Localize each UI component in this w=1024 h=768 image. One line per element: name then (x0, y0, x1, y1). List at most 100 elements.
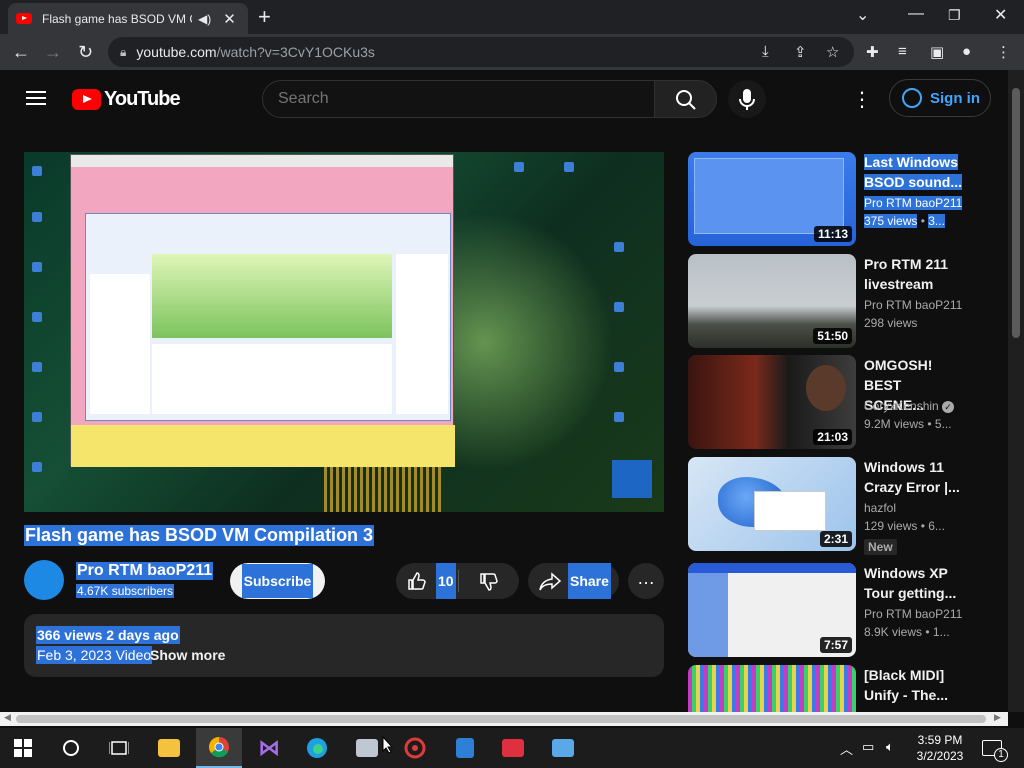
camera-icon (552, 739, 574, 757)
voice-search-button[interactable] (728, 80, 766, 118)
video-frame-resources-pane (396, 254, 448, 414)
scroll-right-icon[interactable]: ▶ (994, 712, 1001, 723)
task-view-button[interactable] (96, 728, 142, 768)
profile-icon[interactable]: ● (962, 43, 971, 60)
start-button[interactable] (0, 728, 46, 768)
share-arrow-icon (539, 572, 562, 591)
recommendation-meta: 129 views • 6... (864, 519, 945, 533)
channel-avatar[interactable] (24, 560, 64, 600)
bookmark-star-icon[interactable]: ☆ (826, 43, 839, 61)
page-horizontal-scrollbar[interactable]: ◀ ▶ (0, 712, 1008, 726)
recommendation-channel[interactable]: Pro RTM baoP211 (864, 196, 963, 210)
share-label[interactable]: Share (568, 563, 611, 599)
video-frame-titlebar (71, 155, 453, 167)
search-input[interactable] (262, 80, 655, 118)
recommendation-age: 6... (928, 519, 945, 533)
recommendation-title: Last Windows BSOD sound... (864, 152, 964, 192)
thumbs-up-icon[interactable] (406, 571, 428, 591)
video-duration: 2:31 (819, 531, 852, 547)
recommendation-age: 1... (932, 625, 950, 639)
chrome-menu-icon[interactable]: ⋮ (996, 43, 1011, 61)
hamburger-menu-icon[interactable] (26, 91, 46, 105)
recommendation-channel[interactable]: hazfol (864, 501, 896, 515)
video-duration: 51:50 (813, 328, 852, 344)
security-app[interactable] (442, 728, 488, 768)
restore-window-icon[interactable]: ❐ (948, 7, 961, 24)
recommendation-thumbnail[interactable]: 11:13 (688, 152, 856, 246)
recommendation-channel[interactable]: Pro RTM baoP211 (864, 607, 962, 621)
speaker-icon[interactable]: ◀) (198, 12, 211, 26)
extensions-puzzle-icon[interactable]: ✚ (866, 43, 879, 61)
like-count[interactable]: 10 (436, 563, 456, 599)
recommendation-thumbnail[interactable]: 7:57 (688, 563, 856, 657)
share-page-icon[interactable]: ⇪ (794, 43, 807, 61)
video-player[interactable] (24, 152, 664, 512)
scroll-left-icon[interactable]: ◀ (4, 712, 11, 723)
reload-icon[interactable]: ↻ (78, 42, 93, 63)
settings-more-icon[interactable]: ⋮ (852, 87, 872, 112)
browser-tab-strip: Flash game has BSOD VM Co ◀) ✕ + ⌄ — ❐ ✕ (0, 0, 1024, 34)
horizontal-scrollbar-thumb[interactable] (16, 715, 986, 723)
desktop-icon (514, 162, 524, 172)
folder-icon (158, 739, 180, 757)
page-vertical-scrollbar[interactable] (1008, 70, 1024, 712)
recommendation-item[interactable]: [Black MIDI] Unify - The... (688, 665, 968, 712)
more-actions-button[interactable]: … (628, 563, 664, 599)
recorder-app[interactable] (490, 728, 536, 768)
sign-in-label: Sign in (930, 89, 980, 107)
close-window-icon[interactable]: ✕ (994, 5, 1007, 25)
network-icon[interactable]: ▭ (862, 739, 874, 755)
chrome-app[interactable] (196, 728, 242, 768)
minimize-window-icon[interactable]: — (908, 5, 924, 23)
thumbs-down-icon[interactable] (478, 572, 500, 592)
edge-icon (307, 738, 327, 758)
address-bar[interactable]: 🔒︎ youtube.com/watch?v=3CvY1OCKu3s (108, 37, 854, 67)
recommendation-item[interactable]: 11:13 Last Windows BSOD sound... Pro RTM… (688, 152, 968, 247)
browser-tab-active[interactable]: Flash game has BSOD VM Co ◀) ✕ (8, 3, 248, 34)
recommendation-thumbnail[interactable]: 21:03 (688, 355, 856, 449)
new-tab-icon[interactable]: + (258, 4, 271, 30)
visual-studio-icon: ⋈ (258, 735, 280, 760)
forward-icon[interactable]: → (44, 42, 62, 63)
install-app-icon[interactable]: ⤓ (762, 43, 769, 60)
recommendation-item[interactable]: 7:57 Windows XP Tour getting... Pro RTM … (688, 563, 968, 658)
youtube-header: YouTube ⋮ Sign in (0, 70, 1008, 128)
tab-search-chevron-icon[interactable]: ⌄ (856, 5, 869, 25)
recommendation-views: 8.9K views (864, 625, 923, 639)
back-icon[interactable]: ← (12, 42, 30, 63)
recommendation-views: 129 views (864, 519, 918, 533)
microphone-icon (739, 89, 755, 110)
close-tab-icon[interactable]: ✕ (223, 10, 236, 28)
search-button[interactable] (654, 80, 717, 118)
media-control-icon[interactable]: ≡ (898, 43, 907, 60)
taskbar-clock[interactable]: 3:59 PM 3/2/2023 (910, 732, 970, 764)
recommendation-age: 5... (934, 417, 952, 431)
recommendation-channel[interactable]: Pro RTM baoP211 (864, 298, 962, 312)
channel-name[interactable]: Pro RTM baoP211 (76, 562, 214, 580)
recommendation-thumbnail[interactable] (688, 665, 856, 712)
recommendation-item[interactable]: 21:03 OMGOSH! BEST SCENE... CoryxKenshin… (688, 355, 968, 450)
recommendation-channel[interactable]: CoryxKenshin ✓ (864, 399, 955, 413)
red-app[interactable] (392, 728, 438, 768)
clock-date: 3/2/2023 (916, 749, 964, 763)
recommendation-item[interactable]: 51:50 Pro RTM 211 livestream Pro RTM bao… (688, 254, 968, 349)
youtube-logo[interactable]: YouTube (72, 88, 181, 111)
subscribe-button[interactable]: Subscribe (230, 563, 325, 599)
browser-toolbar: ← → ↻ 🔒︎ youtube.com/watch?v=3CvY1OCKu3s… (0, 34, 1024, 70)
lock-icon[interactable]: 🔒︎ (120, 45, 126, 60)
cortana-button[interactable] (48, 728, 94, 768)
recommendation-thumbnail[interactable]: 2:31 (688, 457, 856, 551)
mouse-cursor-icon (382, 736, 394, 754)
side-panel-icon[interactable]: ▣ (930, 43, 944, 61)
vertical-scrollbar-thumb[interactable] (1012, 88, 1020, 338)
file-explorer-app[interactable] (146, 728, 192, 768)
recommendation-thumbnail[interactable]: 51:50 (688, 254, 856, 348)
sign-in-button[interactable]: Sign in (889, 79, 991, 117)
camera-app[interactable] (540, 728, 586, 768)
tray-chevron-up-icon[interactable]: ︿ (840, 739, 853, 758)
edge-app[interactable] (294, 728, 340, 768)
recommendation-item[interactable]: 2:31 Windows 11 Crazy Error |... hazfol … (688, 457, 968, 555)
volume-icon[interactable]: 🔈︎ (886, 739, 894, 755)
visual-studio-app[interactable]: ⋈ (246, 728, 292, 768)
show-more-link[interactable]: Show more (150, 647, 225, 663)
